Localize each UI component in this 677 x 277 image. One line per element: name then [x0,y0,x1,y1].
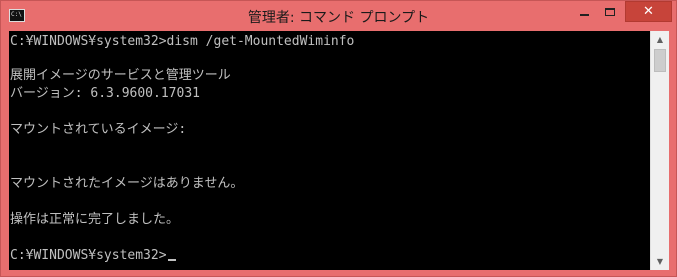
command-prompt-window: C:\ 管理者: コマンド プロンプト ✕ C:¥WINDOWS¥system3… [0,0,677,277]
scroll-up-button[interactable]: ▲ [651,31,669,48]
maximize-icon [605,7,615,16]
minimize-icon [579,13,589,16]
close-button[interactable]: ✕ [625,1,672,22]
console-line: バージョン: 6.3.9600.17031 [10,86,200,101]
text-cursor [167,259,176,261]
prompt-text: C:¥WINDOWS¥system32> [10,248,167,263]
chevron-up-icon: ▲ [656,35,664,44]
close-icon: ✕ [643,4,654,19]
console-line: マウントされたイメージはありません。 [10,176,244,191]
console-line: C:¥WINDOWS¥system32>dism /get-MountedWim… [10,34,355,49]
minimize-button[interactable] [571,1,597,22]
prompt-line[interactable]: C:¥WINDOWS¥system32> [10,248,176,264]
vertical-scrollbar[interactable]: ▲ ▼ [650,31,669,270]
scrollbar-thumb[interactable] [654,49,666,72]
console-line: マウントされているイメージ: [10,122,187,137]
console-line: 操作は正常に完了しました。 [10,212,180,227]
title-bar[interactable]: C:\ 管理者: コマンド プロンプト ✕ [1,1,676,31]
scroll-down-button[interactable]: ▼ [651,253,669,270]
maximize-button[interactable] [597,1,623,22]
chevron-down-icon: ▼ [656,257,664,266]
console-line: 展開イメージのサービスと管理ツール [10,68,231,83]
console-output[interactable]: C:¥WINDOWS¥system32>dism /get-MountedWim… [9,31,650,270]
